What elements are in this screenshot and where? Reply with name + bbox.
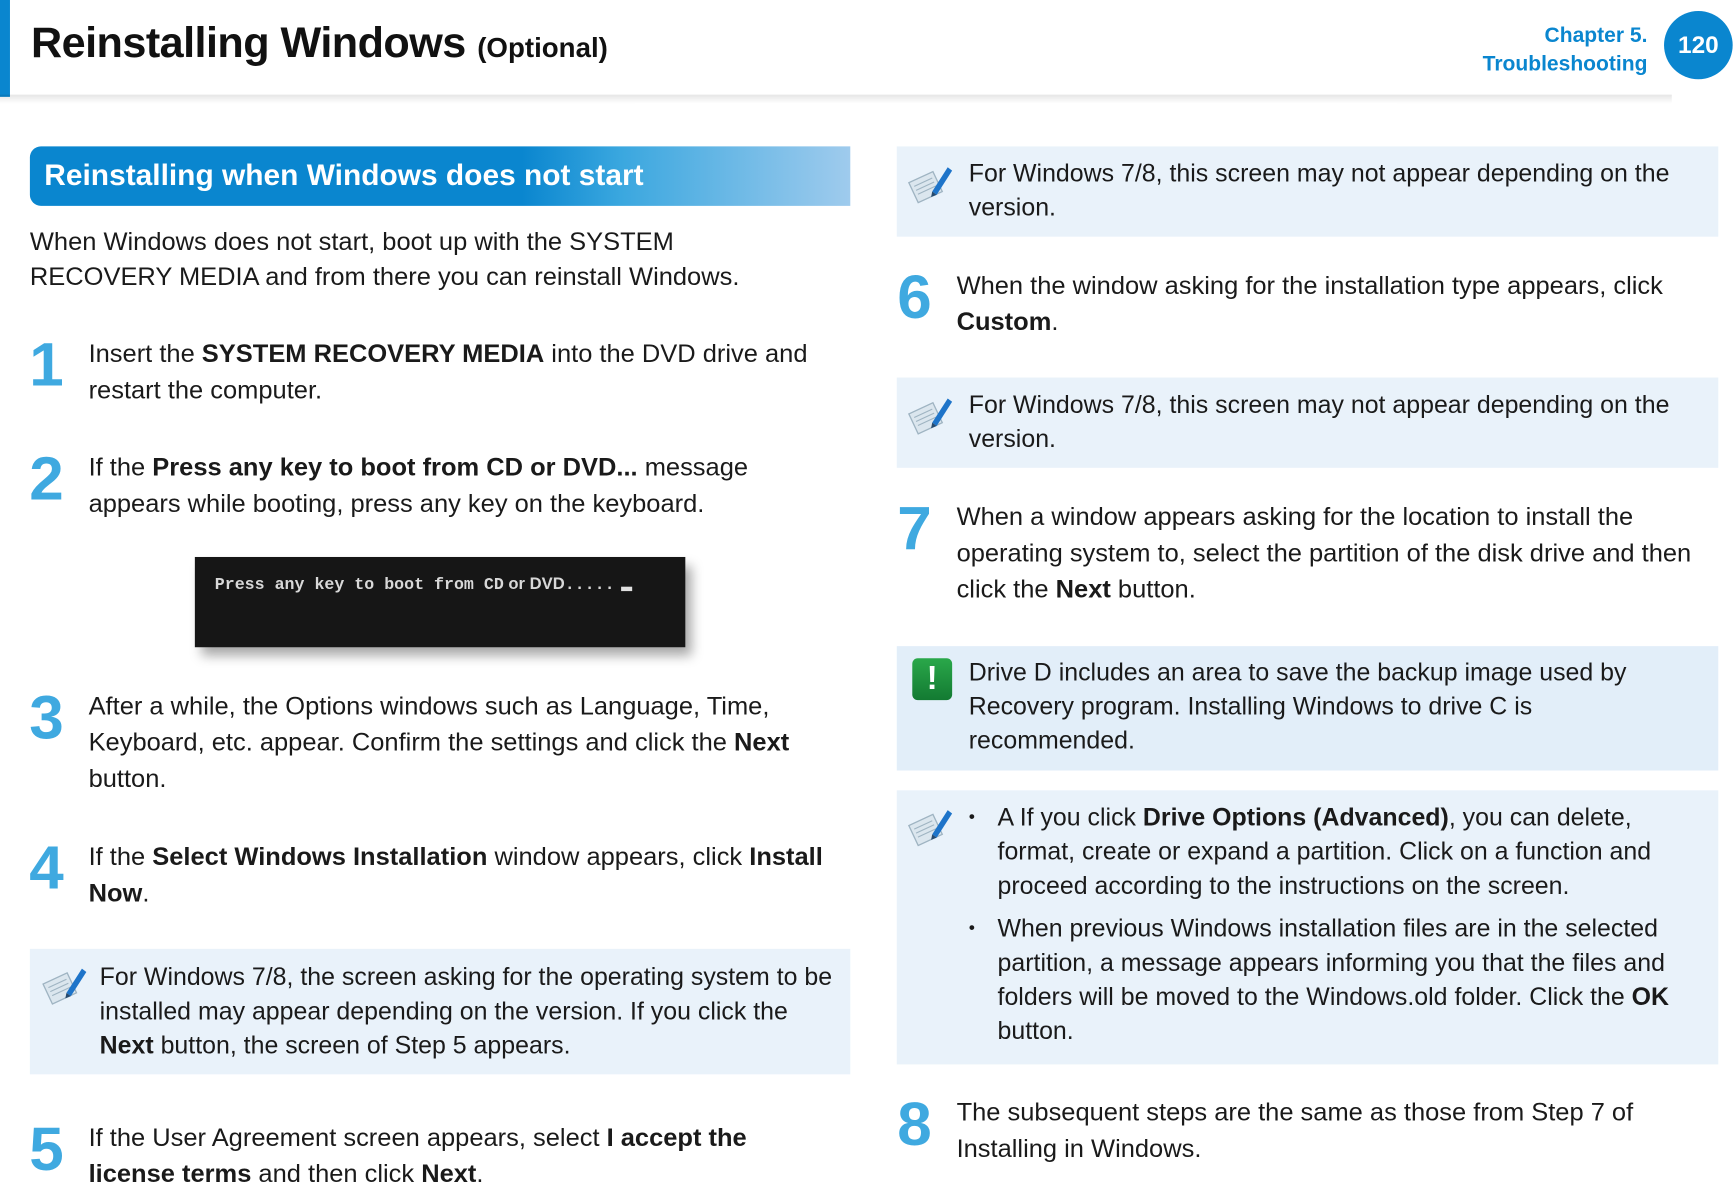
step-text-part: . <box>1051 307 1059 336</box>
cursor-icon <box>621 586 633 592</box>
page-title-suffix: (Optional) <box>477 33 608 64</box>
warning-text: Drive D includes an area to save the bac… <box>968 658 1627 755</box>
step-text: When the window asking for the installat… <box>957 267 1710 340</box>
step-number: 1 <box>29 329 64 399</box>
accent-bar <box>0 0 10 97</box>
step-number: 6 <box>897 261 932 332</box>
pencil-note-icon <box>907 398 953 435</box>
step-text-part: and then click <box>251 1159 422 1188</box>
page-number-badge: 120 <box>1664 11 1733 80</box>
chapter-name: Troubleshooting <box>1482 52 1648 76</box>
note-text-part: For Windows 7/8, the screen asking for t… <box>99 963 833 1025</box>
note-text-bold: OK <box>1631 982 1670 1011</box>
step-number: 2 <box>29 443 64 513</box>
header-divider <box>0 94 1672 104</box>
section-title: Reinstalling when Windows does not start <box>44 158 644 192</box>
note-bullet-item: A If you click Drive Options (Advanced),… <box>967 800 1698 902</box>
step-text-bold: Next <box>1055 574 1111 604</box>
step-text-part: button. <box>88 763 167 793</box>
step-text-bold: Select Windows Installation <box>152 842 488 871</box>
step-text-bold: Next <box>734 727 790 757</box>
manual-page: Reinstalling Windows (Optional) Chapter … <box>0 0 1736 1191</box>
chapter-label: Chapter 5. Troubleshooting <box>1483 22 1648 79</box>
note-text-bold: Next <box>99 1031 154 1059</box>
step-text: If the Press any key to boot from CD or … <box>89 449 831 522</box>
step-text-part: When the window asking for the installat… <box>956 270 1663 300</box>
step-number: 7 <box>897 493 932 563</box>
step-text: If the User Agreement screen appears, se… <box>89 1119 831 1192</box>
exclamation-warning-icon: ! <box>912 658 953 701</box>
note-text: For Windows 7/8, this screen may not app… <box>968 159 1670 222</box>
step-number: 3 <box>29 682 64 752</box>
note-bullet-item: When previous Windows installation files… <box>967 911 1698 1047</box>
step-text: After a while, the Options windows such … <box>89 688 842 797</box>
step-number: 4 <box>29 832 64 902</box>
page-title: Reinstalling Windows (Optional) <box>31 20 608 68</box>
pencil-note-icon <box>42 968 87 1005</box>
note-bullet-list: A If you click Drive Options (Advanced),… <box>967 800 1698 1056</box>
step-text-bold: SYSTEM RECOVERY MEDIA <box>201 339 545 368</box>
intro-paragraph: When Windows does not start, boot up wit… <box>29 226 740 291</box>
step-number: 5 <box>29 1113 64 1184</box>
boot-message-mono: Press any key to boot from CD <box>214 575 504 595</box>
page-title-text: Reinstalling Windows <box>30 19 466 68</box>
step-text-part: The subsequent steps are the same as tho… <box>956 1097 1634 1163</box>
step-text: If the Select Windows Installation windo… <box>89 839 831 912</box>
note-text: For Windows 7/8, this screen may not app… <box>968 390 1670 453</box>
step-text-part: window appears, click <box>487 842 750 871</box>
note-text-part: button, the screen of Step 5 appears. <box>153 1031 571 1059</box>
step-text-part: Insert the <box>88 339 202 368</box>
chapter-number: Chapter 5. <box>1544 24 1648 48</box>
step-text-bold: Press any key to boot from CD or DVD... <box>152 452 638 482</box>
step-text-part: After a while, the Options windows such … <box>88 691 770 757</box>
note-text-part: A If you click <box>997 803 1143 832</box>
step-text-part: . <box>142 878 150 908</box>
step-text-part: If the <box>88 842 153 871</box>
note-text-part: button. <box>997 1017 1074 1045</box>
pencil-note-icon <box>907 167 953 204</box>
step-number: 8 <box>897 1088 932 1158</box>
step-text-part: If the User Agreement screen appears, se… <box>88 1122 607 1152</box>
note-text-part: When previous Windows installation files… <box>997 914 1665 1011</box>
step-text-bold: Custom <box>956 307 1052 336</box>
step-text-part: If the <box>88 452 153 482</box>
boot-message-sans: or DVD <box>503 574 565 594</box>
boot-message-dots: ..... <box>564 575 615 595</box>
note-text: For Windows 7/8, the screen asking for t… <box>100 960 836 1062</box>
step-text-part: . <box>476 1159 484 1188</box>
note-text-bold: Drive Options (Advanced) <box>1142 803 1449 832</box>
step-text: The subsequent steps are the same as tho… <box>957 1094 1699 1167</box>
step-text: When a window appears asking for the loc… <box>957 499 1721 608</box>
step-text-part: button. <box>1110 574 1196 604</box>
pencil-note-icon <box>907 810 953 847</box>
boot-message: Press any key to boot from CD or DVD....… <box>214 574 633 595</box>
step-text: Insert the SYSTEM RECOVERY MEDIA into th… <box>89 336 831 409</box>
step-text-bold: Next <box>421 1159 477 1188</box>
boot-screen-image: Press any key to boot from CD or DVD....… <box>194 556 686 648</box>
